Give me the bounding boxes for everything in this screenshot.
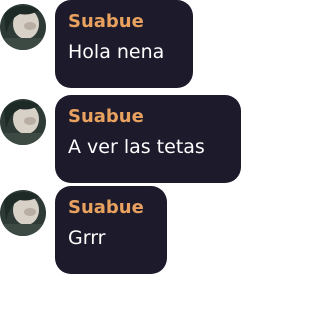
message-author[interactable]: Suabue (68, 107, 228, 127)
message-text: Grrr (68, 227, 106, 249)
avatar[interactable] (0, 190, 46, 236)
message-bubble: Suabue A ver las tetas (55, 95, 241, 183)
chat-message: Suabue A ver las tetas (0, 95, 241, 183)
user-avatar-photo-icon (0, 99, 46, 145)
chat-message: Suabue Hola nena (0, 0, 193, 88)
message-author[interactable]: Suabue (68, 12, 180, 32)
message-author[interactable]: Suabue (68, 198, 154, 218)
message-text: A ver las tetas (68, 136, 205, 158)
message-bubble: Suabue Hola nena (55, 0, 193, 88)
user-avatar-photo-icon (0, 4, 46, 50)
message-bubble: Suabue Grrr (55, 186, 167, 274)
message-text: Hola nena (68, 41, 165, 63)
avatar[interactable] (0, 4, 46, 50)
avatar[interactable] (0, 99, 46, 145)
chat-message: Suabue Grrr (0, 186, 167, 274)
user-avatar-photo-icon (0, 190, 46, 236)
chat-log: Suabue Hola nena Suabue A ver las tetas (0, 0, 241, 320)
